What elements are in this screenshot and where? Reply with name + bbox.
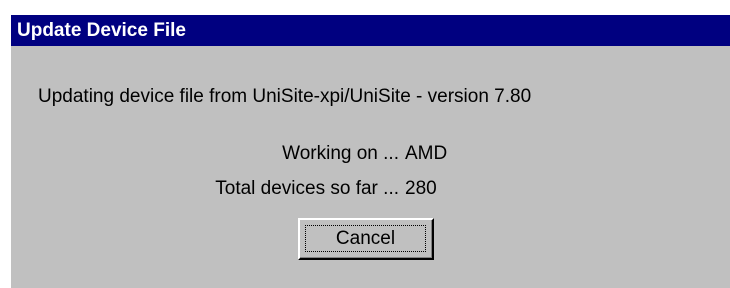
working-on-row: Working on ... AMD	[11, 143, 730, 167]
cancel-button[interactable]: Cancel	[298, 218, 434, 260]
update-device-file-dialog: Update Device File Updating device file …	[9, 13, 730, 288]
total-devices-row: Total devices so far ... 280	[11, 178, 730, 202]
total-devices-value: 280	[405, 178, 437, 199]
status-message: Updating device file from UniSite-xpi/Un…	[38, 86, 532, 107]
dialog-title-bar[interactable]: Update Device File	[11, 15, 730, 46]
total-devices-label: Total devices so far ...	[215, 178, 399, 199]
working-on-value: AMD	[405, 143, 448, 164]
dialog-title: Update Device File	[17, 20, 186, 41]
cancel-button-label: Cancel	[305, 225, 426, 252]
working-on-label: Working on ...	[282, 143, 399, 164]
